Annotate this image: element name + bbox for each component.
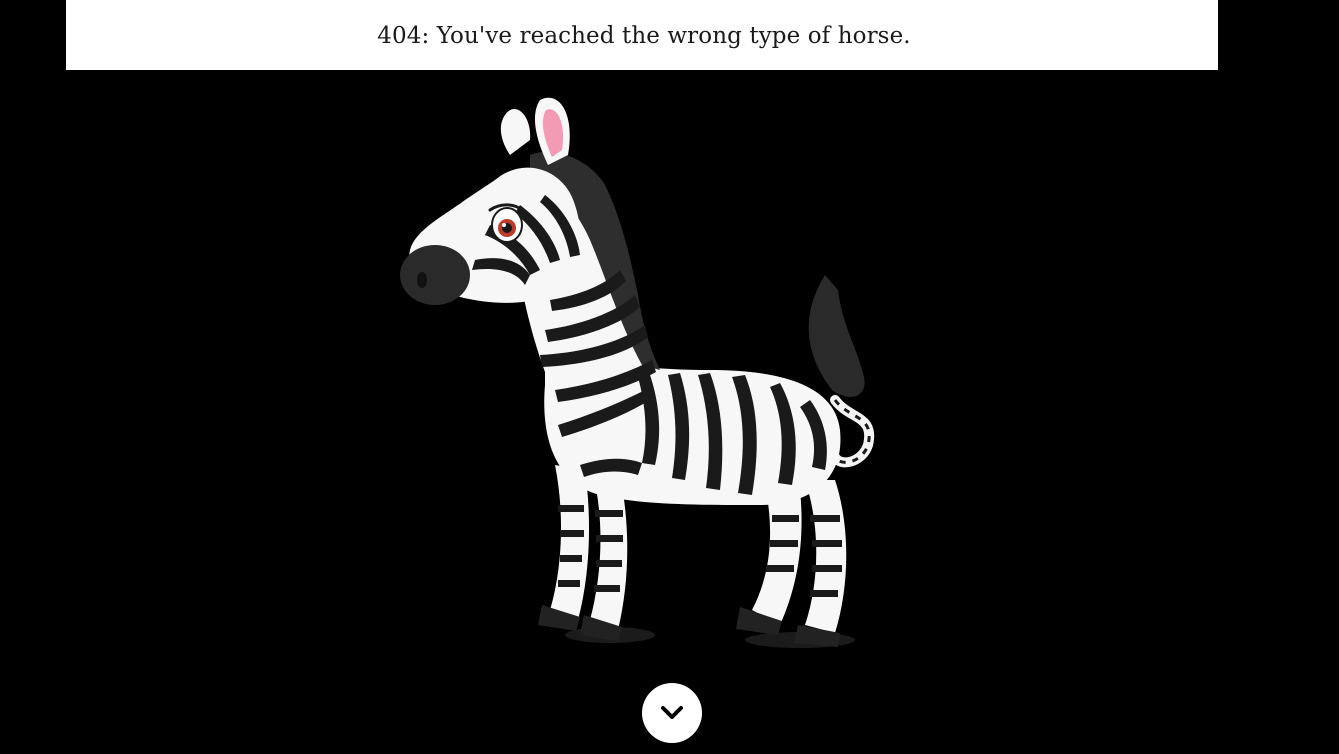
- chevron-down-icon: [661, 706, 683, 719]
- zebra-icon: [400, 97, 875, 648]
- error-message: 404: You've reached the wrong type of ho…: [377, 23, 911, 49]
- zebra-illustration: [380, 85, 900, 665]
- error-page: 404: You've reached the wrong type of ho…: [0, 0, 1339, 754]
- error-banner: 404: You've reached the wrong type of ho…: [66, 0, 1218, 70]
- scroll-down-button[interactable]: [642, 683, 702, 743]
